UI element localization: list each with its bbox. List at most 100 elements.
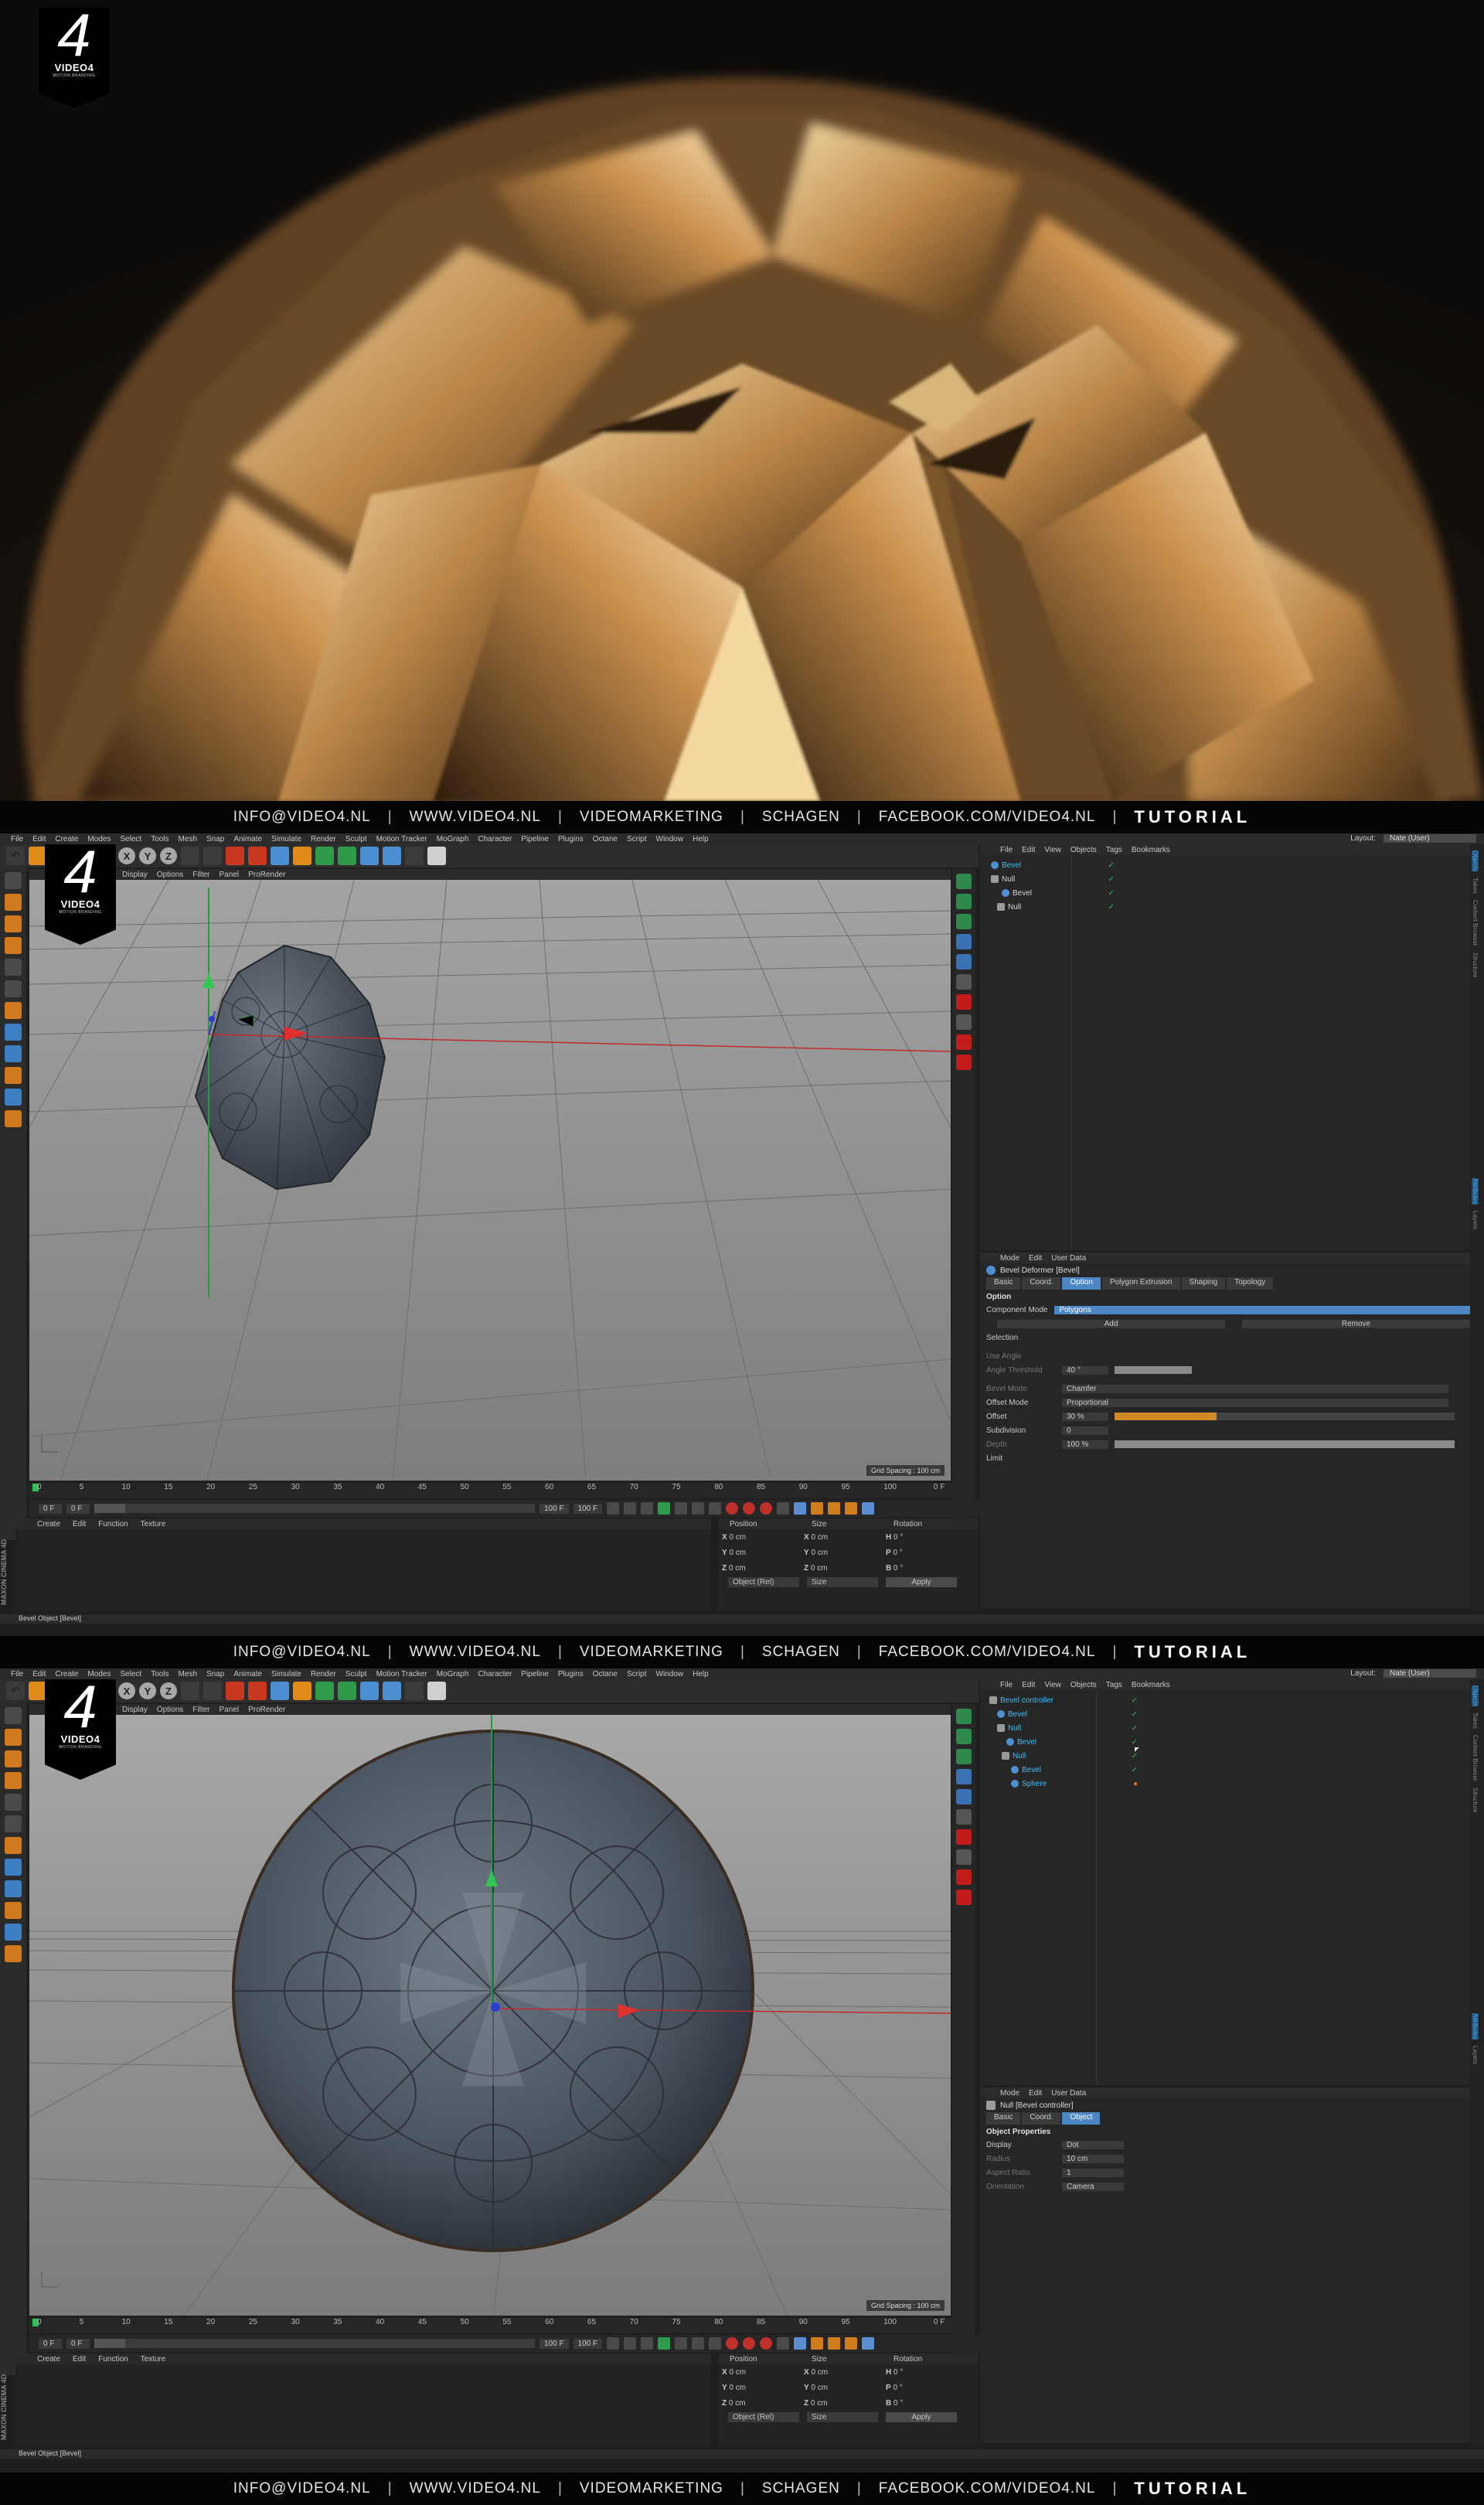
offset-mode-dropdown[interactable]: Proportional (1062, 1398, 1448, 1407)
tab-object[interactable]: Object (1062, 2112, 1101, 2125)
material-tag-icon[interactable]: ● (1133, 1780, 1138, 1788)
object-row[interactable]: Bevel ✓ (983, 1735, 1138, 1749)
menu-pipeline[interactable]: Pipeline (516, 1670, 553, 1679)
start-frame-field[interactable]: 0 F (39, 1503, 62, 1514)
tab-attributes[interactable]: Attributes (1472, 2013, 1479, 2040)
end-frame-field[interactable]: 100 F (539, 2338, 569, 2349)
size-z-field[interactable]: 0 cm (811, 1564, 828, 1573)
vp-menu-options[interactable]: Options (152, 1706, 188, 1714)
coord-row-y[interactable]: Y 0 cm Y 0 cm P 0 ° (719, 1545, 979, 1560)
rot-h-field[interactable]: 0 ° (893, 2368, 903, 2377)
end-frame-field[interactable]: 100 F (539, 1503, 569, 1514)
enabled-check-icon[interactable]: ✓ (1132, 1738, 1138, 1747)
menu-edit[interactable]: Edit (28, 835, 50, 844)
menu-plugins[interactable]: Plugins (553, 835, 588, 844)
menu-tools[interactable]: Tools (146, 1670, 173, 1679)
max-frame-field[interactable]: 100 F (573, 2338, 603, 2349)
mat-menu-texture[interactable]: Texture (134, 1520, 172, 1529)
scene-icon[interactable] (956, 1809, 972, 1825)
uvw-mode-icon[interactable] (5, 1024, 22, 1041)
am-menu-edit[interactable]: Edit (1024, 2089, 1047, 2098)
render-picture-viewer-icon[interactable] (226, 847, 244, 865)
go-to-end-icon[interactable] (709, 1502, 722, 1515)
layout-selector[interactable]: Layout: Nate (User) (1346, 1669, 1476, 1678)
record-icon[interactable] (956, 1829, 972, 1845)
undo-icon[interactable]: ↶ (6, 847, 25, 865)
am-menu-mode[interactable]: Mode (996, 1254, 1024, 1263)
sky-icon[interactable] (956, 1789, 972, 1805)
scale-key-icon[interactable] (811, 1502, 824, 1515)
offset-slider[interactable] (1115, 1413, 1455, 1420)
gear-icon[interactable] (956, 1709, 972, 1724)
vp-menu-options[interactable]: Options (152, 871, 188, 879)
mat-menu-function[interactable]: Function (92, 1520, 134, 1529)
go-to-end-icon[interactable] (709, 2337, 722, 2350)
coord-system-icon[interactable] (181, 847, 199, 865)
gear-icon[interactable] (956, 874, 972, 889)
rotation-key-icon[interactable] (828, 1502, 841, 1515)
menu-simulate[interactable]: Simulate (267, 1670, 306, 1679)
render-settings-icon[interactable] (248, 1682, 267, 1700)
timeline-ruler[interactable]: 0 5 10 15 20 25 30 35 40 45 50 55 60 65 70 75 80 85 90 95 10… (29, 1483, 952, 1498)
texture-mode-icon[interactable] (5, 1750, 22, 1767)
object-row[interactable]: Null ✓ (983, 900, 1115, 914)
enabled-check-icon[interactable]: ✓ (1132, 1724, 1138, 1733)
menu-pipeline[interactable]: Pipeline (516, 835, 553, 844)
vp-menu-prorender[interactable]: ProRender (243, 871, 290, 879)
am-menu-userdata[interactable]: User Data (1047, 1254, 1091, 1263)
light-icon[interactable] (427, 847, 446, 865)
deformer-icon[interactable] (360, 847, 379, 865)
vp-menu-filter[interactable]: Filter (188, 871, 214, 879)
add-button[interactable]: Add (997, 1319, 1225, 1328)
coord-row-y[interactable]: Y 0 cm Y 0 cm P 0 ° (719, 2380, 979, 2395)
z-axis-icon[interactable]: Z (160, 1682, 177, 1699)
om-menu-file[interactable]: File (996, 1681, 1017, 1689)
coord-row-x[interactable]: X 0 cm X 0 cm H 0 ° (719, 2364, 979, 2380)
light-icon[interactable] (427, 1682, 446, 1700)
camera-icon[interactable] (405, 1682, 424, 1700)
autokey-icon[interactable] (743, 2337, 756, 2350)
menu-file[interactable]: File (6, 835, 28, 844)
tab-objects[interactable]: Objects (1472, 1685, 1479, 1707)
position-key-icon[interactable] (794, 2337, 807, 2350)
size-y-field[interactable]: 0 cm (811, 1549, 828, 1557)
snap-icon[interactable] (5, 1880, 22, 1897)
tab-layers[interactable]: Layers (1472, 1211, 1479, 1229)
om-menu-edit[interactable]: Edit (1017, 1681, 1040, 1689)
coord-system-icon[interactable] (181, 1682, 199, 1700)
menu-simulate[interactable]: Simulate (267, 835, 306, 844)
points-mode-icon[interactable] (5, 959, 22, 976)
mat-menu-function[interactable]: Function (92, 2355, 134, 2364)
floor-icon[interactable] (383, 847, 401, 865)
max-frame-field[interactable]: 100 F (573, 1503, 603, 1514)
tab-attributes[interactable]: Attributes (1472, 1178, 1479, 1205)
menu-sculpt[interactable]: Sculpt (341, 1670, 372, 1679)
mat-menu-create[interactable]: Create (31, 1520, 66, 1529)
radius-field[interactable]: 10 cm (1062, 2154, 1124, 2163)
uvw-mode-icon[interactable] (5, 1859, 22, 1876)
am-menu-edit[interactable]: Edit (1024, 1254, 1047, 1263)
menu-help[interactable]: Help (688, 835, 713, 844)
workplane-icon[interactable] (5, 1772, 22, 1789)
tab-coord[interactable]: Coord. (1022, 2112, 1061, 2125)
menu-character[interactable]: Character (473, 835, 516, 844)
clock-icon[interactable] (956, 1849, 972, 1865)
pos-z-field[interactable]: 0 cm (729, 1564, 746, 1573)
camera-icon[interactable] (405, 847, 424, 865)
edges-mode-icon[interactable] (5, 1815, 22, 1832)
menu-render[interactable]: Render (306, 1670, 341, 1679)
frame-range-slider[interactable] (94, 2339, 535, 2348)
tab-takes[interactable]: Takes (1472, 1713, 1479, 1729)
mat-menu-texture[interactable]: Texture (134, 2355, 172, 2364)
play-icon[interactable] (658, 2337, 671, 2350)
depth-slider[interactable] (1115, 1440, 1455, 1448)
menu-mesh[interactable]: Mesh (174, 835, 202, 844)
keyframe-selection-icon[interactable] (760, 1502, 773, 1515)
menu-motion-tracker[interactable]: Motion Tracker (372, 835, 432, 844)
enabled-check-icon[interactable]: ✓ (1132, 1710, 1138, 1719)
menu-script[interactable]: Script (622, 835, 652, 844)
play-icon[interactable] (658, 1502, 671, 1515)
component-mode-dropdown[interactable]: Polygons (1054, 1305, 1470, 1314)
object-row[interactable]: Null ✓ (983, 1721, 1138, 1735)
subdivision-icon[interactable] (315, 847, 334, 865)
